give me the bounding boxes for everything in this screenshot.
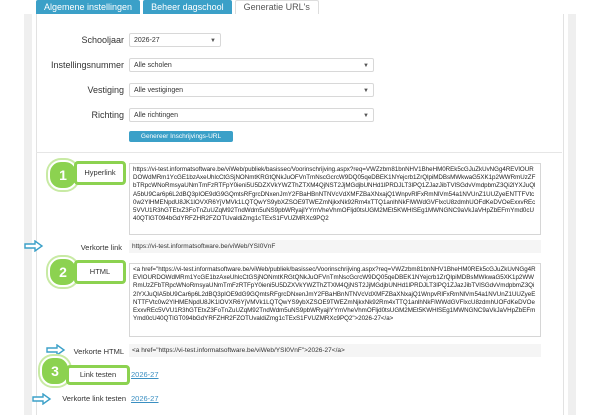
verkorte-link-testen-link[interactable]: 2026-27 (131, 394, 159, 403)
tab-generatie-urls[interactable]: Generatie URL's (234, 0, 319, 14)
hyperlink-label: Hyperlink (84, 168, 116, 177)
tab-algemene-instellingen[interactable]: Algemene instellingen (36, 0, 141, 14)
divider (36, 152, 562, 153)
schooljaar-label: Schooljaar (81, 35, 124, 45)
verkorte-link-label: Verkorte link (80, 243, 122, 252)
genereer-button[interactable]: Genereer Inschrijvings-URL (129, 131, 233, 142)
schooljaar-value: 2026-27 (134, 37, 160, 44)
richting-value: Alle richtingen (134, 112, 178, 119)
html-label-highlight: HTML (74, 260, 126, 284)
link-testen-link[interactable]: 2026-27 (131, 370, 159, 379)
schooljaar-select[interactable]: 2026-27 ▼ (129, 33, 221, 47)
instellingsnummer-select[interactable]: Alle scholen ▼ (129, 58, 374, 72)
link-testen-highlight: Link testen (66, 365, 130, 385)
caret-down-icon: ▼ (363, 113, 369, 119)
caret-down-icon: ▼ (363, 63, 369, 69)
link-testen-label: Link testen (79, 370, 117, 379)
vestiging-select[interactable]: Alle vestigingen ▼ (129, 83, 374, 97)
html-label: HTML (89, 267, 111, 276)
instellingsnummer-value: Alle scholen (134, 62, 172, 69)
caret-down-icon: ▼ (210, 38, 216, 44)
verkorte-link-testen-label: Verkorte link testen (62, 394, 126, 403)
tab-beheer-dagschool[interactable]: Beheer dagschool (143, 0, 232, 14)
vestiging-value: Alle vestigingen (134, 87, 184, 94)
instellingsnummer-label: Instellingsnummer (50, 60, 124, 70)
verkorte-link-field[interactable]: https://vi-test.informatsoftware.be/viWe… (129, 240, 541, 253)
verkorte-html-field[interactable]: <a href="https://vi-test.informatsoftwar… (129, 344, 541, 357)
caret-down-icon: ▼ (363, 88, 369, 94)
richting-select[interactable]: Alle richtingen ▼ (129, 108, 374, 122)
hyperlink-textarea[interactable]: https://vi-test.informatsoftware.be/viWe… (129, 163, 541, 235)
hyperlink-label-highlight: Hyperlink (74, 161, 126, 185)
tab-bar: Algemene instellingen Beheer dagschool G… (36, 0, 319, 14)
html-textarea[interactable]: <a href="https://vi-test.informatsoftwar… (129, 263, 541, 337)
verkorte-html-label: Verkorte HTML (73, 347, 124, 356)
vestiging-label: Vestiging (87, 85, 124, 95)
richting-label: Richting (91, 110, 124, 120)
